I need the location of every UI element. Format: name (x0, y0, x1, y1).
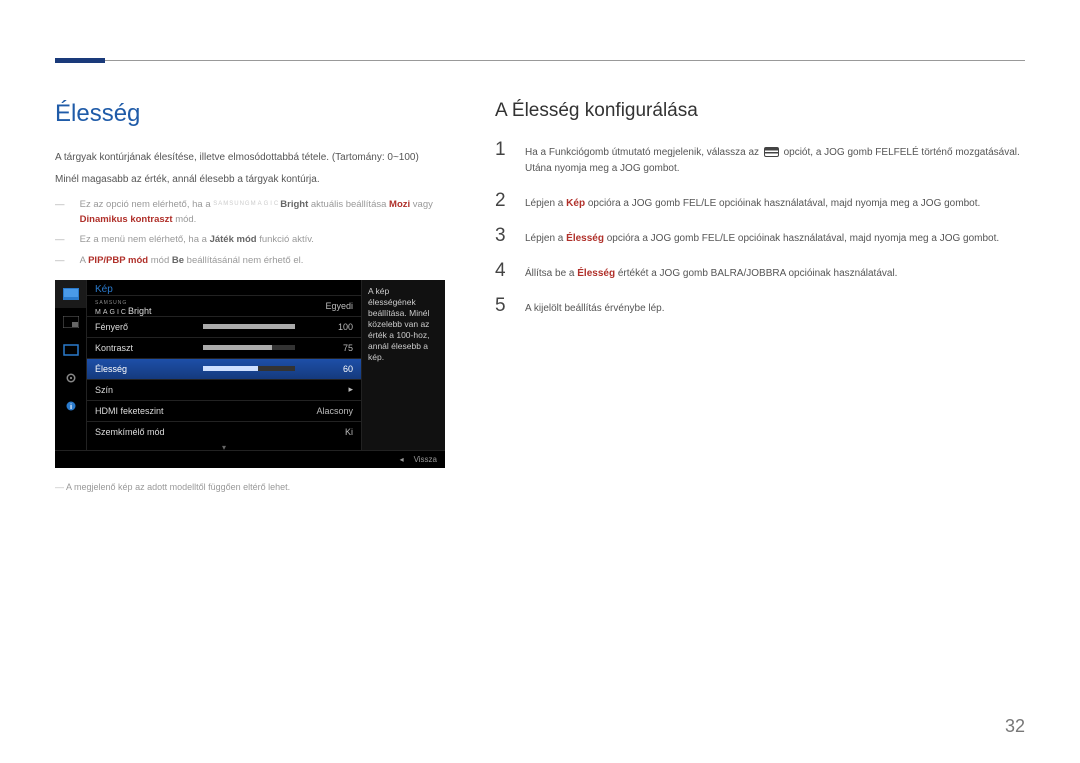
note-2: ― Ez a menü nem elérhető, ha a Játék mód… (55, 232, 445, 247)
right-column: A Élesség konfigurálása 1 Ha a Funkciógom… (495, 100, 1025, 492)
step-number: 4 (495, 261, 511, 280)
brand-samsung-small: SAMSUNG (213, 200, 250, 210)
osd-nav-display-icon (55, 336, 86, 364)
osd-row-bar (195, 324, 303, 329)
osd-row-value: Egyedi (303, 301, 353, 311)
note2-bold: Játék mód (210, 234, 257, 245)
menu-icon (764, 147, 779, 157)
brand-magic: MAGIC (251, 200, 281, 210)
intro-text-1: A tárgyak kontúrjának élesítése, illetve… (55, 150, 445, 166)
osd-row-label: HDMI feketeszint (95, 406, 195, 416)
note3-bold: Be (172, 255, 184, 266)
osd-nav-settings-icon (55, 364, 86, 392)
note-3: ― A PIP/PBP mód mód Be beállításánál nem… (55, 253, 445, 268)
step-number: 1 (495, 140, 511, 159)
step-text: Állítsa be a Élesség értékét a JOG gomb … (525, 266, 897, 282)
osd-row-value: 75 (303, 343, 353, 353)
osd-row: SAMSUNGMAGICBright Egyedi (87, 295, 361, 316)
step-row: 2 Lépjen a Kép opcióra a JOG gomb FEL/LE … (495, 191, 1025, 212)
osd-row: Élesség 60 (87, 358, 361, 379)
note2-post: funkció aktív. (257, 234, 314, 245)
osd-row-value: 100 (303, 322, 353, 332)
osd-row: Szemkímélő mód Ki (87, 421, 361, 442)
osd-row: Szín ▸ (87, 379, 361, 400)
osd-row-label: Fényerő (95, 322, 195, 332)
osd-scroll-indicator: ▾ (87, 442, 361, 453)
intro-text-2: Minél magasabb az érték, annál élesebb a… (55, 172, 445, 188)
step-number: 2 (495, 191, 511, 210)
osd-row-label: Kontraszt (95, 343, 195, 353)
osd-row-bar (195, 366, 303, 371)
osd-nav-pip-icon (55, 308, 86, 336)
osd-row-bar (195, 345, 303, 350)
step-row: 5 A kijelölt beállítás érvénybe lép. (495, 296, 1025, 317)
osd-caption: ― A megjelenő kép az adott modelltől füg… (55, 482, 445, 492)
svg-text:i: i (69, 402, 71, 411)
osd-row-label: Szín (95, 385, 195, 395)
osd-nav-info-icon: i (55, 392, 86, 420)
note1-post: vagy (410, 199, 433, 210)
note3-mid: mód (148, 255, 172, 266)
osd-row: Kontraszt 75 (87, 337, 361, 358)
note3-post: beállításánál nem érhető el. (184, 255, 303, 266)
caption-text: A megjelenő kép az adott modelltől függő… (66, 482, 290, 492)
page-number: 32 (1005, 716, 1025, 737)
osd-row: Fényerő 100 (87, 316, 361, 337)
note1-end: mód. (173, 214, 197, 225)
note1-bright: Bright (280, 199, 308, 210)
note3-pre: A (80, 255, 88, 266)
header-rule (55, 60, 1025, 61)
step-text: Lépjen a Kép opcióra a JOG gomb FEL/LE o… (525, 196, 980, 212)
step-row: 4 Állítsa be a Élesség értékét a JOG gomb… (495, 261, 1025, 282)
osd-row-value: Alacsony (303, 406, 353, 416)
step-number: 3 (495, 226, 511, 245)
step-text: Lépjen a Élesség opcióra a JOG gomb FEL/… (525, 231, 999, 247)
note1-dk: Dinamikus kontraszt (80, 214, 173, 225)
osd-title: Kép (87, 280, 361, 295)
note1-pre: Ez az opció nem elérhető, ha a (80, 199, 214, 210)
step-row: 1 Ha a Funkciógomb útmutató megjelenik, v… (495, 140, 1025, 177)
osd-row-label: Élesség (95, 364, 195, 374)
config-heading: A Élesség konfigurálása (495, 100, 1025, 122)
osd-row-value: ▸ (303, 384, 353, 395)
section-heading: Élesség (55, 100, 445, 128)
note3-red: PIP/PBP mód (88, 255, 148, 266)
step-row: 3 Lépjen a Élesség opcióra a JOG gomb FEL… (495, 226, 1025, 247)
osd-tooltip: A kép élességének beállítása. Minél köze… (361, 280, 445, 450)
step-text: A kijelölt beállítás érvénybe lép. (525, 301, 665, 317)
osd-row-label: SAMSUNGMAGICBright (95, 296, 195, 316)
step-text: Ha a Funkciógomb útmutató megjelenik, vá… (525, 145, 1025, 177)
osd-row-value: 60 (303, 364, 353, 374)
osd-back-label: Vissza (414, 455, 437, 464)
left-column: Élesség A tárgyak kontúrjának élesítése,… (55, 100, 445, 492)
step-number: 5 (495, 296, 511, 315)
osd-row: HDMI feketeszint Alacsony (87, 400, 361, 421)
osd-screenshot: i Kép SAMSUNGMAGICBright Egyedi Fényerő 100… (55, 280, 445, 468)
note1-mozi: Mozi (389, 199, 410, 210)
osd-nav: i (55, 280, 87, 450)
osd-nav-picture-icon (55, 280, 86, 308)
note-1: ― Ez az opció nem elérhető, ha a SAMSUNG… (55, 197, 445, 227)
osd-row-value: Ki (303, 427, 353, 437)
header-accent (55, 58, 105, 63)
osd-back-arrow-icon (400, 455, 408, 464)
note2-pre: Ez a menü nem elérhető, ha a (80, 234, 210, 245)
osd-row-label: Szemkímélő mód (95, 427, 195, 437)
note1-mid: aktuális beállítása (308, 199, 389, 210)
